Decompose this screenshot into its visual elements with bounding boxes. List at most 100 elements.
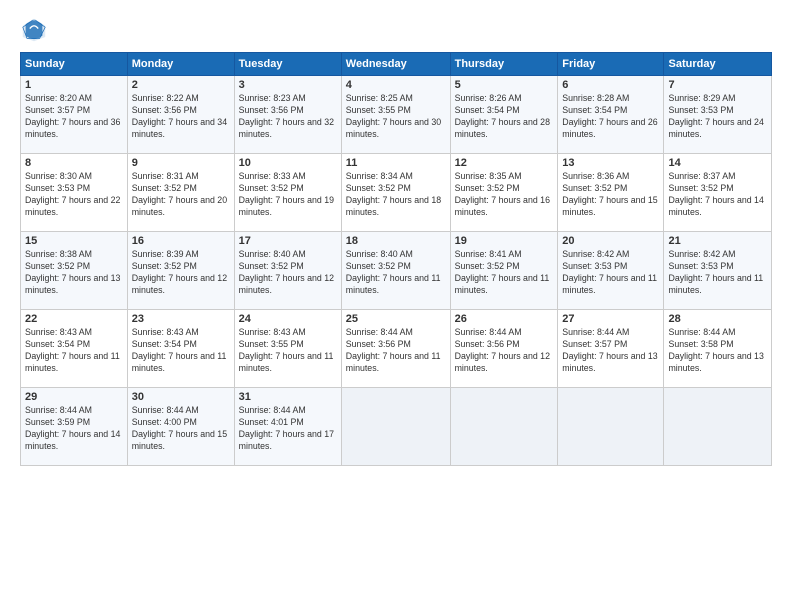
day-number: 25 — [346, 313, 446, 325]
cell-content: Sunrise: 8:43 AM Sunset: 3:54 PM Dayligh… — [132, 327, 230, 375]
calendar-cell: 11 Sunrise: 8:34 AM Sunset: 3:52 PM Dayl… — [341, 154, 450, 232]
cell-content: Sunrise: 8:44 AM Sunset: 3:58 PM Dayligh… — [668, 327, 767, 375]
page: SundayMondayTuesdayWednesdayThursdayFrid… — [0, 0, 792, 612]
week-row-1: 1 Sunrise: 8:20 AM Sunset: 3:57 PM Dayli… — [21, 76, 772, 154]
cell-content: Sunrise: 8:44 AM Sunset: 3:59 PM Dayligh… — [25, 405, 123, 453]
calendar-cell: 16 Sunrise: 8:39 AM Sunset: 3:52 PM Dayl… — [127, 232, 234, 310]
cell-content: Sunrise: 8:26 AM Sunset: 3:54 PM Dayligh… — [455, 93, 554, 141]
day-number: 6 — [562, 79, 659, 91]
day-number: 16 — [132, 235, 230, 247]
calendar-cell: 8 Sunrise: 8:30 AM Sunset: 3:53 PM Dayli… — [21, 154, 128, 232]
logo — [20, 16, 52, 44]
header-saturday: Saturday — [664, 53, 772, 76]
cell-content: Sunrise: 8:43 AM Sunset: 3:55 PM Dayligh… — [239, 327, 337, 375]
header-tuesday: Tuesday — [234, 53, 341, 76]
cell-content: Sunrise: 8:44 AM Sunset: 4:00 PM Dayligh… — [132, 405, 230, 453]
cell-content: Sunrise: 8:44 AM Sunset: 3:56 PM Dayligh… — [346, 327, 446, 375]
day-number: 31 — [239, 391, 337, 403]
calendar-header: SundayMondayTuesdayWednesdayThursdayFrid… — [21, 53, 772, 76]
cell-content: Sunrise: 8:29 AM Sunset: 3:53 PM Dayligh… — [668, 93, 767, 141]
calendar-cell: 18 Sunrise: 8:40 AM Sunset: 3:52 PM Dayl… — [341, 232, 450, 310]
day-number: 24 — [239, 313, 337, 325]
calendar-cell: 5 Sunrise: 8:26 AM Sunset: 3:54 PM Dayli… — [450, 76, 558, 154]
week-row-2: 8 Sunrise: 8:30 AM Sunset: 3:53 PM Dayli… — [21, 154, 772, 232]
day-number: 26 — [455, 313, 554, 325]
header-sunday: Sunday — [21, 53, 128, 76]
cell-content: Sunrise: 8:35 AM Sunset: 3:52 PM Dayligh… — [455, 171, 554, 219]
day-number: 2 — [132, 79, 230, 91]
day-number: 18 — [346, 235, 446, 247]
calendar-table: SundayMondayTuesdayWednesdayThursdayFrid… — [20, 52, 772, 466]
calendar-cell: 7 Sunrise: 8:29 AM Sunset: 3:53 PM Dayli… — [664, 76, 772, 154]
cell-content: Sunrise: 8:43 AM Sunset: 3:54 PM Dayligh… — [25, 327, 123, 375]
day-number: 13 — [562, 157, 659, 169]
cell-content: Sunrise: 8:22 AM Sunset: 3:56 PM Dayligh… — [132, 93, 230, 141]
calendar-cell: 22 Sunrise: 8:43 AM Sunset: 3:54 PM Dayl… — [21, 310, 128, 388]
cell-content: Sunrise: 8:39 AM Sunset: 3:52 PM Dayligh… — [132, 249, 230, 297]
header-friday: Friday — [558, 53, 664, 76]
cell-content: Sunrise: 8:40 AM Sunset: 3:52 PM Dayligh… — [346, 249, 446, 297]
calendar-cell: 14 Sunrise: 8:37 AM Sunset: 3:52 PM Dayl… — [664, 154, 772, 232]
week-row-5: 29 Sunrise: 8:44 AM Sunset: 3:59 PM Dayl… — [21, 388, 772, 466]
calendar-cell: 24 Sunrise: 8:43 AM Sunset: 3:55 PM Dayl… — [234, 310, 341, 388]
day-number: 21 — [668, 235, 767, 247]
calendar-cell: 15 Sunrise: 8:38 AM Sunset: 3:52 PM Dayl… — [21, 232, 128, 310]
day-number: 5 — [455, 79, 554, 91]
cell-content: Sunrise: 8:33 AM Sunset: 3:52 PM Dayligh… — [239, 171, 337, 219]
header-row: SundayMondayTuesdayWednesdayThursdayFrid… — [21, 53, 772, 76]
header-wednesday: Wednesday — [341, 53, 450, 76]
logo-icon — [20, 16, 48, 44]
cell-content: Sunrise: 8:38 AM Sunset: 3:52 PM Dayligh… — [25, 249, 123, 297]
cell-content: Sunrise: 8:34 AM Sunset: 3:52 PM Dayligh… — [346, 171, 446, 219]
cell-content: Sunrise: 8:41 AM Sunset: 3:52 PM Dayligh… — [455, 249, 554, 297]
calendar-cell: 29 Sunrise: 8:44 AM Sunset: 3:59 PM Dayl… — [21, 388, 128, 466]
day-number: 29 — [25, 391, 123, 403]
day-number: 1 — [25, 79, 123, 91]
calendar-cell — [664, 388, 772, 466]
calendar-cell — [558, 388, 664, 466]
calendar-cell: 23 Sunrise: 8:43 AM Sunset: 3:54 PM Dayl… — [127, 310, 234, 388]
day-number: 27 — [562, 313, 659, 325]
calendar-cell: 13 Sunrise: 8:36 AM Sunset: 3:52 PM Dayl… — [558, 154, 664, 232]
day-number: 17 — [239, 235, 337, 247]
week-row-3: 15 Sunrise: 8:38 AM Sunset: 3:52 PM Dayl… — [21, 232, 772, 310]
calendar-cell: 10 Sunrise: 8:33 AM Sunset: 3:52 PM Dayl… — [234, 154, 341, 232]
day-number: 7 — [668, 79, 767, 91]
calendar-cell: 17 Sunrise: 8:40 AM Sunset: 3:52 PM Dayl… — [234, 232, 341, 310]
day-number: 30 — [132, 391, 230, 403]
calendar-cell — [450, 388, 558, 466]
day-number: 20 — [562, 235, 659, 247]
day-number: 28 — [668, 313, 767, 325]
day-number: 11 — [346, 157, 446, 169]
calendar-cell: 28 Sunrise: 8:44 AM Sunset: 3:58 PM Dayl… — [664, 310, 772, 388]
day-number: 14 — [668, 157, 767, 169]
cell-content: Sunrise: 8:30 AM Sunset: 3:53 PM Dayligh… — [25, 171, 123, 219]
day-number: 9 — [132, 157, 230, 169]
calendar-cell: 19 Sunrise: 8:41 AM Sunset: 3:52 PM Dayl… — [450, 232, 558, 310]
header-monday: Monday — [127, 53, 234, 76]
day-number: 10 — [239, 157, 337, 169]
calendar-cell: 27 Sunrise: 8:44 AM Sunset: 3:57 PM Dayl… — [558, 310, 664, 388]
day-number: 8 — [25, 157, 123, 169]
calendar-cell: 3 Sunrise: 8:23 AM Sunset: 3:56 PM Dayli… — [234, 76, 341, 154]
cell-content: Sunrise: 8:42 AM Sunset: 3:53 PM Dayligh… — [668, 249, 767, 297]
calendar-cell: 1 Sunrise: 8:20 AM Sunset: 3:57 PM Dayli… — [21, 76, 128, 154]
cell-content: Sunrise: 8:28 AM Sunset: 3:54 PM Dayligh… — [562, 93, 659, 141]
calendar-cell: 4 Sunrise: 8:25 AM Sunset: 3:55 PM Dayli… — [341, 76, 450, 154]
calendar-cell: 6 Sunrise: 8:28 AM Sunset: 3:54 PM Dayli… — [558, 76, 664, 154]
cell-content: Sunrise: 8:31 AM Sunset: 3:52 PM Dayligh… — [132, 171, 230, 219]
cell-content: Sunrise: 8:23 AM Sunset: 3:56 PM Dayligh… — [239, 93, 337, 141]
calendar-cell: 2 Sunrise: 8:22 AM Sunset: 3:56 PM Dayli… — [127, 76, 234, 154]
header-thursday: Thursday — [450, 53, 558, 76]
calendar-cell — [341, 388, 450, 466]
calendar-body: 1 Sunrise: 8:20 AM Sunset: 3:57 PM Dayli… — [21, 76, 772, 466]
calendar-cell: 26 Sunrise: 8:44 AM Sunset: 3:56 PM Dayl… — [450, 310, 558, 388]
cell-content: Sunrise: 8:44 AM Sunset: 4:01 PM Dayligh… — [239, 405, 337, 453]
cell-content: Sunrise: 8:36 AM Sunset: 3:52 PM Dayligh… — [562, 171, 659, 219]
header — [20, 16, 772, 44]
cell-content: Sunrise: 8:44 AM Sunset: 3:56 PM Dayligh… — [455, 327, 554, 375]
day-number: 23 — [132, 313, 230, 325]
calendar-cell: 31 Sunrise: 8:44 AM Sunset: 4:01 PM Dayl… — [234, 388, 341, 466]
calendar-cell: 21 Sunrise: 8:42 AM Sunset: 3:53 PM Dayl… — [664, 232, 772, 310]
cell-content: Sunrise: 8:20 AM Sunset: 3:57 PM Dayligh… — [25, 93, 123, 141]
